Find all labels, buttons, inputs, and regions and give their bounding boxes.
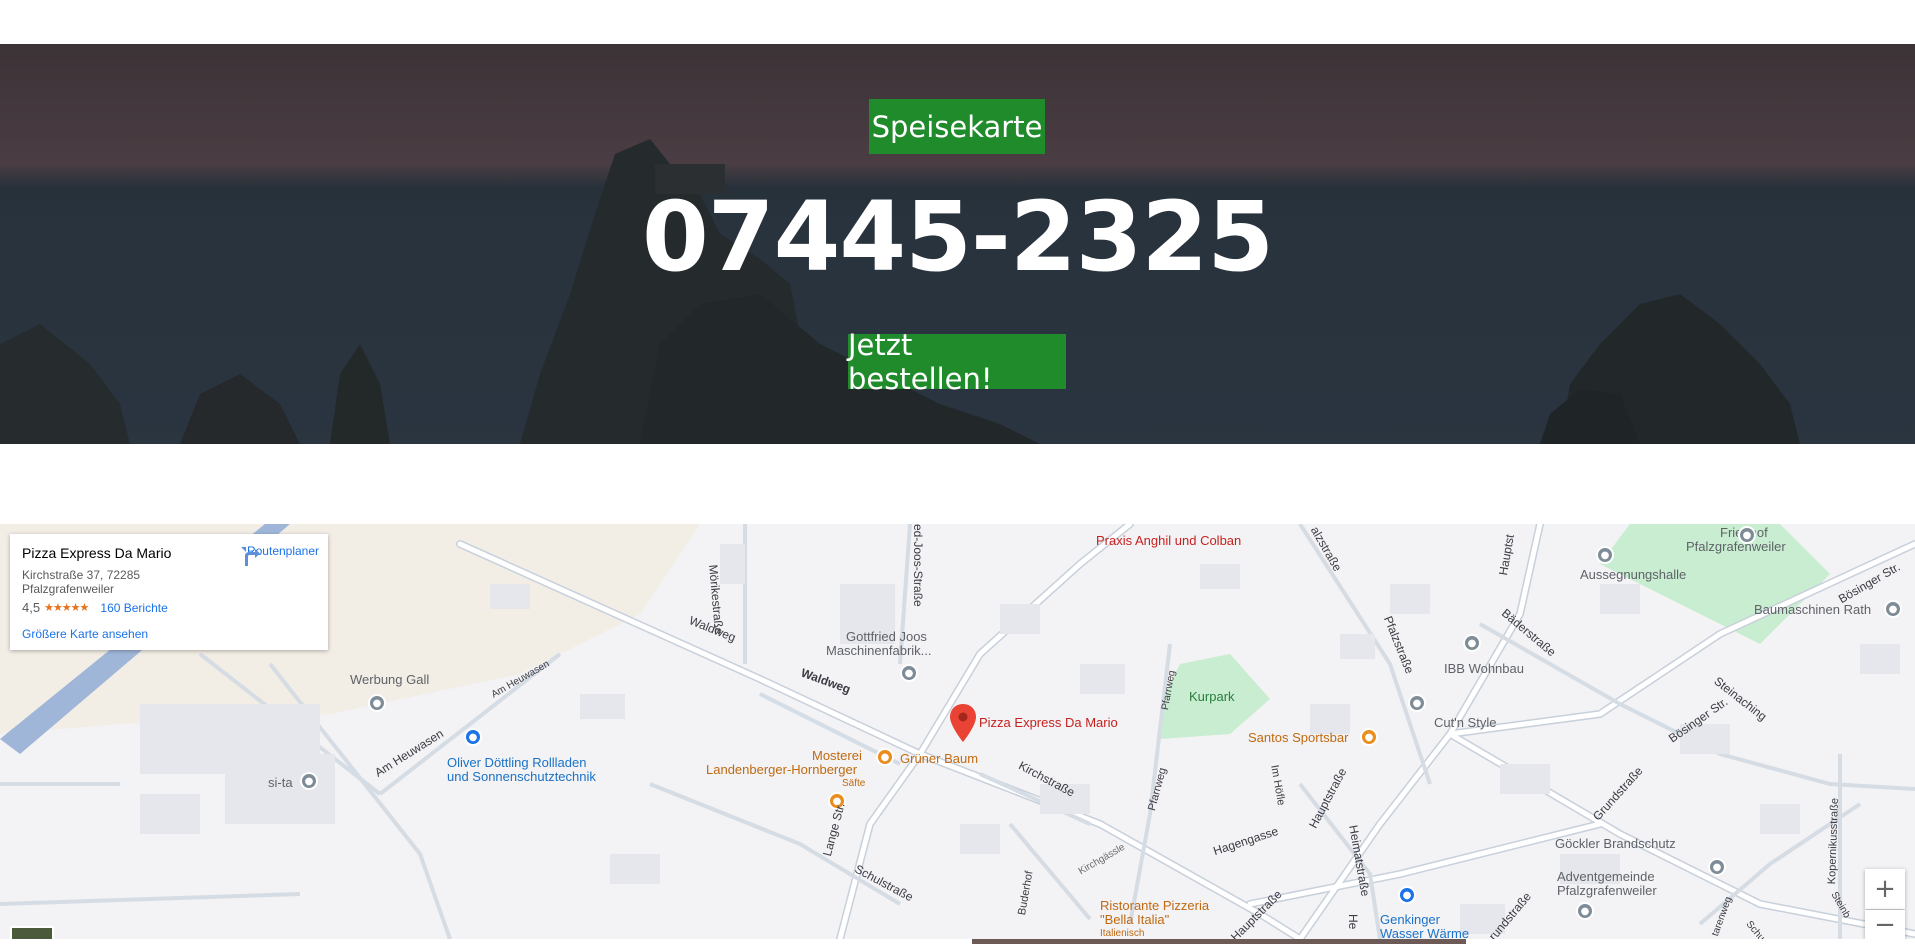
poi-santos-label[interactable]: Santos Sportsbar — [1248, 731, 1348, 745]
place-title: Pizza Express Da Mario — [22, 545, 172, 561]
poi-praxis-label[interactable]: Praxis Anghil und Colban — [1096, 534, 1241, 548]
poi-gruener-baum-label[interactable]: Grüner Baum — [900, 752, 978, 766]
poi-gottfried-label-2[interactable]: Maschinenfabrik... — [826, 644, 932, 658]
poi-genkinger-pin-icon[interactable]: ● — [1398, 886, 1416, 904]
poi-oliver-label[interactable]: Oliver Döttling Rollladen — [447, 756, 586, 770]
location-marker-icon[interactable] — [950, 704, 976, 742]
bottom-image-strip — [972, 939, 1466, 944]
street-label: ed-Joos-Straße — [911, 524, 925, 607]
place-address: Kirchstraße 37, 72285 Pfalzgrafenweiler — [22, 568, 192, 596]
poi-genkinger-label-2[interactable]: Wasser Wärme — [1380, 927, 1469, 940]
reviews-link[interactable]: 160 Berichte — [100, 601, 167, 615]
poi-cutnstyle-label[interactable]: Cut'n Style — [1434, 716, 1496, 730]
street-label: He — [1346, 914, 1360, 930]
poi-gottfried-pin-icon[interactable]: ● — [900, 664, 918, 682]
poi-goeckler-label[interactable]: Göckler Brandschutz — [1555, 837, 1676, 851]
rating-stars-icon: ★★★★★ — [44, 602, 89, 614]
poi-sita-pin-icon[interactable]: ● — [300, 772, 318, 790]
poi-mosterei-label-2[interactable]: Landenberger-Hornberger — [706, 763, 857, 777]
poi-ristorante-label-2[interactable]: "Bella Italia" — [1100, 913, 1169, 927]
place-rating: 4,5 ★★★★★ 160 Berichte — [22, 600, 168, 615]
poi-sita-label[interactable]: si-ta — [268, 776, 293, 790]
poi-oliver-pin-icon[interactable]: ● — [464, 728, 482, 746]
hero-banner: Speisekarte 07445-2325 Jetzt bestellen! — [0, 44, 1915, 444]
menu-button[interactable]: Speisekarte — [869, 99, 1045, 154]
poi-friedhof-pin-icon[interactable]: ● — [1738, 526, 1756, 544]
poi-gottfried-label[interactable]: Gottfried Joos — [846, 630, 927, 644]
poi-ristorante-label[interactable]: Ristorante Pizzeria — [1100, 899, 1209, 913]
place-address-line1: Kirchstraße 37, 72285 — [22, 568, 141, 582]
poi-werbung-pin-icon[interactable]: ● — [368, 694, 386, 712]
larger-map-link[interactable]: Größere Karte ansehen — [22, 627, 148, 641]
poi-ibb-label[interactable]: IBB Wohnbau — [1444, 662, 1524, 676]
google-map-embed[interactable]: Praxis Anghil und Colban Friedhof Pfalzg… — [0, 524, 1915, 939]
poi-advent-label-2[interactable]: Pfalzgrafenweiler — [1557, 884, 1657, 898]
marker-label[interactable]: Pizza Express Da Mario — [979, 716, 1118, 730]
poi-genkinger-label[interactable]: Genkinger — [1380, 913, 1440, 927]
poi-werbung-label[interactable]: Werbung Gall — [350, 673, 429, 687]
poi-advent-label[interactable]: Adventgemeinde — [1557, 870, 1655, 884]
poi-santos-pin-icon[interactable]: ● — [1360, 728, 1378, 746]
map-layer-toggle[interactable] — [10, 926, 54, 939]
poi-baumaschinen-label[interactable]: Baumaschinen Rath — [1754, 603, 1871, 617]
poi-aussegnungshalle-pin-icon[interactable]: ● — [1596, 546, 1614, 564]
poi-ibb-pin-icon[interactable]: ● — [1463, 634, 1481, 652]
poi-aussegnungshalle-label[interactable]: Aussegnungshalle — [1580, 568, 1686, 582]
poi-gruener-baum-pin-icon[interactable]: ● — [876, 748, 894, 766]
directions-icon — [241, 547, 260, 566]
zoom-out-button[interactable]: − — [1865, 910, 1905, 939]
poi-advent-pin-icon[interactable]: ● — [1576, 902, 1594, 920]
poi-kurpark-label[interactable]: Kurpark — [1189, 690, 1235, 704]
zoom-in-button[interactable]: + — [1865, 869, 1905, 909]
poi-oliver-label-2[interactable]: und Sonnenschutztechnik — [447, 770, 596, 784]
poi-goeckler-pin-icon[interactable]: ● — [1708, 858, 1726, 876]
poi-cutnstyle-pin-icon[interactable]: ● — [1408, 694, 1426, 712]
phone-number[interactable]: 07445-2325 — [0, 189, 1915, 285]
directions-button[interactable]: Routenplaner — [238, 544, 328, 566]
poi-saefte-label: Säfte — [842, 778, 866, 789]
order-now-button[interactable]: Jetzt bestellen! — [848, 328, 1066, 396]
poi-friedhof-label-2[interactable]: Pfalzgrafenweiler — [1686, 540, 1786, 554]
poi-italienisch-label: Italienisch — [1100, 928, 1145, 939]
poi-baumaschinen-pin-icon[interactable]: ● — [1884, 600, 1902, 618]
place-info-card: Pizza Express Da Mario Kirchstraße 37, 7… — [10, 534, 328, 650]
poi-mosterei-label[interactable]: Mosterei — [812, 749, 862, 763]
place-address-line2: Pfalzgrafenweiler — [22, 582, 115, 596]
rating-value: 4,5 — [22, 600, 41, 615]
